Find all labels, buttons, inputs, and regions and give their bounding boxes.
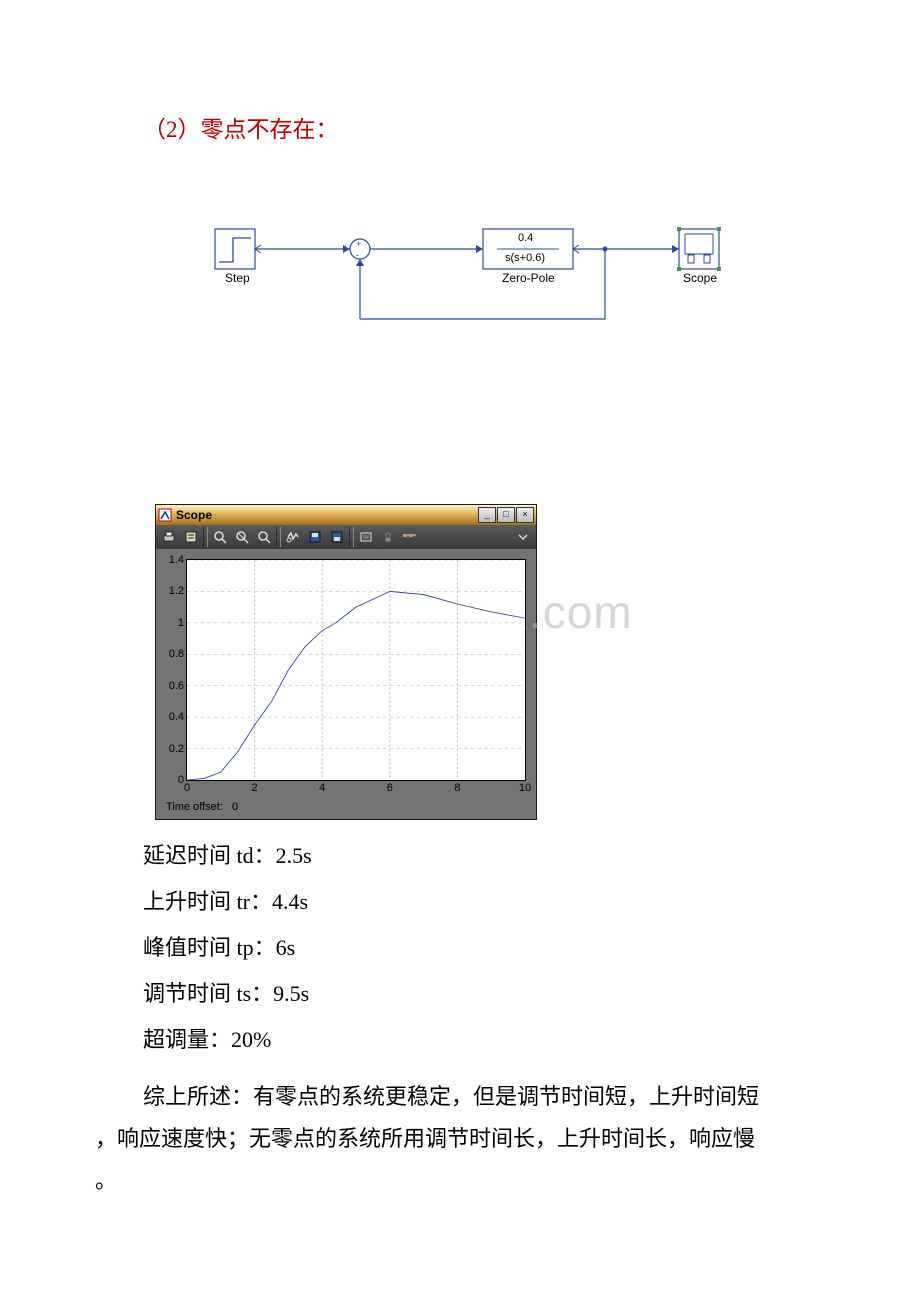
summary-line3: 。 [95, 1168, 117, 1193]
xtick: 2 [252, 782, 258, 794]
metric-os: 超调量：20% [143, 1018, 825, 1062]
zoom-y-icon[interactable] [253, 527, 275, 547]
signal-select-icon[interactable] [399, 527, 421, 547]
maximize-button[interactable]: □ [497, 507, 515, 523]
simulink-diagram: + - [205, 214, 825, 344]
metric-tp: 峰值时间 tp：6s [143, 926, 825, 970]
scope-titlebar: Scope _ □ × [156, 505, 536, 525]
params-icon[interactable] [180, 527, 202, 547]
summary-line1: 综上所述：有零点的系统更稳定，但是调节时间短，上升时间短 [95, 1076, 825, 1118]
ytick: 0.8 [169, 648, 184, 660]
ytick: 0.4 [169, 711, 184, 723]
metric-tr: 上升时间 tr：4.4s [143, 880, 825, 924]
svg-text:+: + [356, 239, 361, 249]
section-heading: （2）零点不存在： [143, 110, 825, 144]
zoom-x-icon[interactable] [231, 527, 253, 547]
ytick: 1.2 [169, 585, 184, 597]
xtick: 8 [454, 782, 460, 794]
metrics-block: 延迟时间 td：2.5s 上升时间 tr：4.4s 峰值时间 tp：6s 调节时… [143, 834, 825, 1062]
time-offset-value: 0 [232, 801, 238, 813]
xtick: 10 [519, 782, 531, 794]
time-offset: Time offset: 0 [160, 797, 532, 817]
svg-text:-: - [356, 250, 359, 260]
xtick: 6 [387, 782, 393, 794]
ytick: 0.6 [169, 680, 184, 692]
summary-line2: ，响应速度快；无零点的系统所用调节时间长，上升时间长，响应慢 [95, 1126, 755, 1151]
autoscale-icon[interactable] [282, 527, 304, 547]
save-axes-icon[interactable] [304, 527, 326, 547]
zeropole-label: Zero-Pole [502, 271, 555, 285]
zeropole-num: 0.4 [518, 232, 533, 244]
xtick: 4 [319, 782, 325, 794]
restore-axes-icon[interactable] [326, 527, 348, 547]
metric-ts: 调节时间 ts：9.5s [143, 972, 825, 1016]
ytick: 1.4 [169, 554, 184, 566]
metric-td: 延迟时间 td：2.5s [143, 834, 825, 878]
step-label: Step [225, 271, 250, 285]
zoom-in-icon[interactable] [209, 527, 231, 547]
minimize-button[interactable]: _ [478, 507, 496, 523]
menu-chevron-icon[interactable] [512, 527, 534, 547]
scope-axes: 0 0.2 0.4 0.6 0.8 1 1.2 1.4 0 2 4 6 8 10 [186, 559, 526, 781]
float-icon[interactable] [355, 527, 377, 547]
summary-paragraph: 综上所述：有零点的系统更稳定，但是调节时间短，上升时间短 ，响应速度快；无零点的… [95, 1076, 825, 1201]
scope-toolbar [156, 525, 536, 549]
ytick: 1 [178, 617, 184, 629]
zeropole-den: s(s+0.6) [505, 252, 545, 264]
scope-plot-area: 0 0.2 0.4 0.6 0.8 1 1.2 1.4 0 2 4 6 8 10 [156, 549, 536, 819]
scope-block-label: Scope [683, 271, 717, 285]
time-offset-label: Time offset: [166, 801, 223, 813]
app-icon [158, 508, 172, 522]
print-icon[interactable] [158, 527, 180, 547]
simulink-svg: + - [205, 214, 765, 344]
lock-icon[interactable] [377, 527, 399, 547]
scope-window: Scope _ □ × [155, 504, 537, 820]
scope-title: Scope [176, 508, 478, 522]
close-button[interactable]: × [516, 507, 534, 523]
ytick: 0.2 [169, 743, 184, 755]
xtick: 0 [184, 782, 190, 794]
